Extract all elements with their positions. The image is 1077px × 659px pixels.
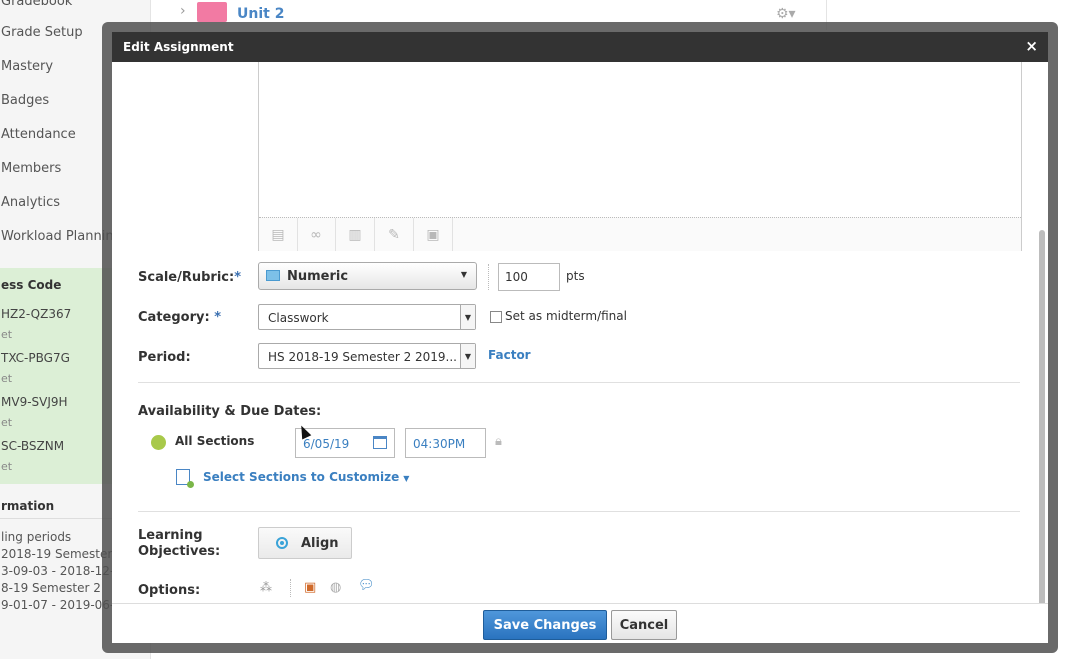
access-code-reset[interactable]: et [1,328,12,341]
all-sections-label: All Sections [175,434,255,448]
status-dot [151,435,166,450]
midterm-final-label[interactable]: Set as midterm/final [505,309,627,323]
divider [488,264,490,290]
resource-icon[interactable]: ▥ [336,218,375,251]
access-code: HZ2-QZ367 [1,307,72,321]
section-divider [138,511,1020,512]
due-time-value: 04:30PM [413,437,466,451]
points-unit-label: pts [566,269,585,283]
insert-file-icon[interactable]: ▤ [259,218,298,251]
info-line: 8-19 Semester 2 [1,581,101,595]
edit-assignment-dialog: Edit Assignment × ▤ ∞ ▥ ✎ ▣ Scale/Rubric… [112,32,1048,643]
learning-objectives-label-line2: Objectives: [138,544,221,559]
nav-badges[interactable]: Badges [1,93,49,108]
dropbox-icon[interactable]: ▣ [304,580,316,595]
access-code: TXC-PBG7G [1,351,70,365]
nav-analytics[interactable]: Analytics [1,195,60,210]
access-code-reset[interactable]: et [1,372,12,385]
access-code: MV9-SVJ9H [1,395,68,409]
save-changes-button[interactable]: Save Changes [483,610,607,640]
category-value: Classwork [268,311,329,325]
points-input[interactable] [498,263,560,291]
info-line: ling periods [1,530,72,544]
scale-rubric-value: Numeric [287,269,349,284]
caret-down-icon: ▼ [460,270,467,279]
caret-down-icon: ▼ [460,344,475,368]
information-header: rmation [1,499,55,513]
select-sections-link[interactable]: Select Sections to Customize ▼ [203,470,409,484]
dialog-body: ▤ ∞ ▥ ✎ ▣ Scale/Rubric:* Numeric ▼ pts C… [112,62,1048,632]
gear-icon[interactable]: ⚙▾ [776,6,796,22]
chevron-right-icon[interactable]: › [180,3,186,19]
align-button-label: Align [301,536,339,551]
folder-icon [197,2,227,22]
nav-attendance[interactable]: Attendance [1,127,76,142]
caret-down-icon: ▼ [460,305,475,329]
period-select[interactable]: HS 2018-19 Semester 2 2019... ▼ [258,343,476,369]
table-icon [266,270,280,281]
scale-rubric-dropdown[interactable]: Numeric ▼ [258,262,477,290]
dialog-footer: Save Changes Cancel [112,603,1048,643]
access-code-reset[interactable]: et [1,416,12,429]
dialog-title: Edit Assignment [123,40,234,54]
dialog-titlebar: Edit Assignment × [112,32,1048,62]
scrollbar-thumb[interactable] [1039,230,1045,632]
factor-link[interactable]: Factor [488,348,531,362]
due-time-input[interactable]: 04:30PM [405,428,486,458]
editor-toolbar: ▤ ∞ ▥ ✎ ▣ [259,217,1021,251]
category-label: Category: * [138,310,222,325]
scale-rubric-label: Scale/Rubric:* [138,270,242,285]
publish-icon[interactable]: ◍ [330,580,341,595]
description-editor[interactable]: ▤ ∞ ▥ ✎ ▣ [258,62,1022,251]
period-label: Period: [138,350,191,365]
due-date-value: 6/05/19 [303,437,350,451]
cancel-button[interactable]: Cancel [611,610,677,640]
comments-icon[interactable]: 💬︎ [358,578,375,593]
availability-label: Availability & Due Dates: [138,404,322,419]
link-icon[interactable]: ∞ [297,218,336,251]
divider [290,579,292,597]
section-divider [138,382,1020,383]
target-icon [276,537,288,549]
nav-members[interactable]: Members [1,161,61,176]
sections-list-icon [176,469,194,488]
options-label: Options: [138,583,201,598]
nav-gradebook[interactable]: Gradebook [1,0,72,9]
access-code-header: ess Code [1,278,62,292]
midterm-final-checkbox[interactable] [490,311,502,323]
access-code: SC-BSZNM [1,439,65,453]
embed-icon[interactable]: ▣ [414,218,453,251]
caret-down-icon: ▼ [403,474,410,483]
access-code-reset[interactable]: et [1,460,12,473]
nav-grade-setup[interactable]: Grade Setup [1,25,83,40]
learning-objectives-label-line1: Learning [138,528,203,543]
lock-icon[interactable]: 🔒︎ [495,434,502,449]
align-button[interactable]: Align [258,527,352,559]
peer-review-icon[interactable]: ⁂ [260,580,272,594]
nav-mastery[interactable]: Mastery [1,59,53,74]
close-icon[interactable]: × [1025,37,1038,55]
category-select[interactable]: Classwork ▼ [258,304,476,330]
unit-title[interactable]: Unit 2 [237,6,284,22]
period-value: HS 2018-19 Semester 2 2019... [268,350,457,364]
scrollbar[interactable] [1037,100,1047,632]
pin-icon[interactable]: ✎ [375,218,414,251]
calendar-icon[interactable] [373,436,387,449]
